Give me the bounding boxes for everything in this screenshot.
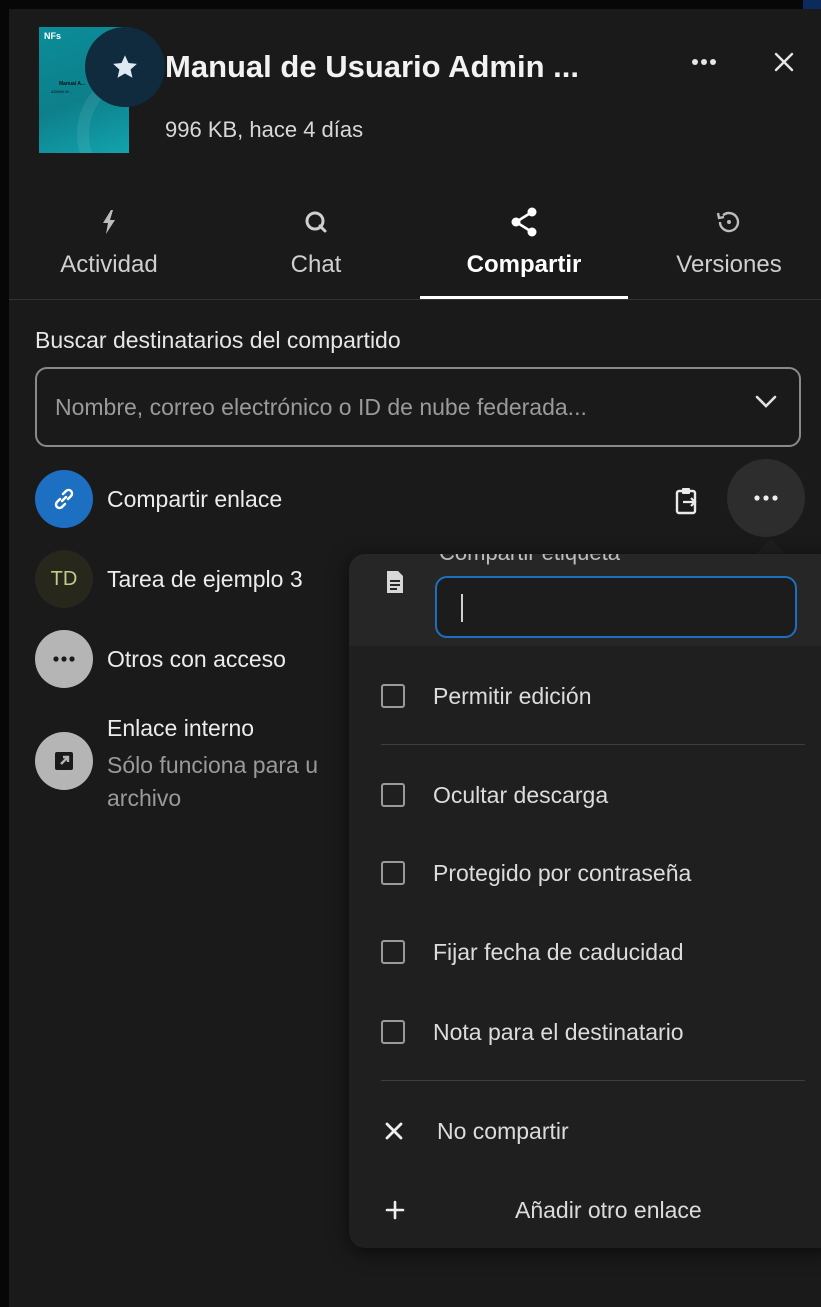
search-label: Buscar destinatarios del compartido — [35, 327, 401, 353]
add-link-label: Añadir otro enlace — [515, 1196, 702, 1223]
chevron-down-icon[interactable] — [755, 395, 777, 409]
more-icon — [754, 495, 778, 501]
tab-label: Versiones — [676, 251, 782, 278]
link-options-menu: Compartir etiqueta Permitir edición Ocul… — [349, 554, 821, 1248]
checkbox[interactable] — [381, 940, 405, 964]
more-actions-button[interactable] — [681, 39, 727, 85]
option-label: Fijar fecha de caducidad — [433, 938, 684, 965]
recipient-search-input[interactable] — [53, 392, 737, 422]
checkbox[interactable] — [381, 783, 405, 807]
link-options-button[interactable] — [727, 459, 805, 537]
clipboard-icon — [675, 488, 697, 515]
add-link-button[interactable]: Añadir otro enlace — [385, 1190, 702, 1230]
window-frame-top — [0, 0, 821, 9]
lightning-icon — [103, 210, 115, 234]
link-avatar — [35, 470, 93, 528]
close-button[interactable] — [761, 39, 807, 85]
share-link-row[interactable]: Compartir enlace — [35, 469, 355, 529]
checkbox[interactable] — [381, 1020, 405, 1044]
share-link-label: Compartir enlace — [107, 485, 283, 512]
thumbnail-subtitle: ADMIN W ... — [51, 89, 74, 94]
menu-divider — [381, 744, 805, 745]
share-icon — [511, 207, 537, 237]
others-access-label: Otros con acceso — [107, 645, 286, 672]
copy-link-button[interactable] — [669, 481, 705, 521]
tab-label: Compartir — [466, 251, 582, 278]
file-meta: 996 KB, hace 4 días — [165, 117, 364, 142]
others-access-row[interactable]: Otros con acceso — [35, 629, 355, 689]
tab-chat[interactable]: Chat — [216, 195, 416, 299]
close-icon — [774, 52, 794, 72]
option-label: Permitir edición — [433, 682, 592, 709]
menu-caret — [755, 539, 787, 555]
more-icon — [692, 59, 716, 65]
tab-compartir[interactable]: Compartir — [420, 195, 628, 299]
option-label: Ocultar descarga — [433, 781, 609, 808]
option-label: Protegido por contraseña — [433, 859, 692, 886]
external-link-icon — [55, 752, 73, 770]
link-icon — [54, 488, 74, 510]
more-icon — [53, 656, 75, 662]
share-label-input[interactable] — [435, 576, 797, 638]
user-avatar: TD — [35, 550, 93, 608]
checkbox[interactable] — [381, 861, 405, 885]
window-frame-left — [0, 0, 9, 1307]
document-icon — [387, 571, 403, 593]
unshare-label: No compartir — [437, 1117, 569, 1144]
checkbox[interactable] — [381, 684, 405, 708]
tab-versiones[interactable]: Versiones — [629, 195, 821, 299]
recipient-search-box[interactable] — [35, 367, 801, 447]
unshare-button[interactable]: No compartir — [385, 1111, 569, 1151]
share-user-label: Tarea de ejemplo 3 — [107, 565, 303, 592]
sidebar-panel: NFs Manual A... ADMIN W ... Manual de Us… — [9, 9, 821, 1307]
share-label-header: Compartir etiqueta — [439, 554, 620, 566]
file-title: Manual de Usuario Admin ... — [165, 49, 579, 84]
tab-actividad[interactable]: Actividad — [9, 195, 209, 299]
favorite-button[interactable] — [85, 27, 165, 107]
option-fecha-caducidad[interactable]: Fijar fecha de caducidad — [381, 932, 684, 972]
tab-label: Actividad — [60, 251, 158, 278]
share-user-row[interactable]: TD Tarea de ejemplo 3 — [35, 549, 355, 609]
thumbnail-title: Manual A... — [59, 81, 86, 87]
others-avatar — [35, 630, 93, 688]
close-icon — [385, 1122, 403, 1140]
internal-link-avatar — [35, 732, 93, 790]
internal-link-row[interactable] — [35, 731, 95, 791]
option-protegido-contrasena[interactable]: Protegido por contraseña — [381, 853, 691, 893]
star-icon — [113, 55, 137, 78]
option-nota-destinatario[interactable]: Nota para el destinatario — [381, 1012, 684, 1052]
tab-bar: Actividad Chat Compartir Versiones — [9, 195, 821, 300]
tab-label: Chat — [290, 251, 342, 278]
internal-link-label: Enlace interno — [107, 715, 255, 741]
chat-icon — [305, 211, 327, 233]
text-cursor — [461, 594, 463, 622]
share-label-item: Compartir etiqueta — [349, 554, 821, 646]
menu-divider — [381, 1080, 805, 1081]
internal-link-description: Sólo funciona para u archivo — [107, 752, 318, 811]
option-label: Nota para el destinatario — [433, 1018, 684, 1045]
thumbnail-logo: NFs — [44, 31, 62, 41]
option-ocultar-descarga[interactable]: Ocultar descarga — [381, 775, 608, 815]
plus-icon — [385, 1200, 405, 1220]
option-permitir-edicion[interactable]: Permitir edición — [381, 676, 592, 716]
history-icon — [716, 211, 740, 233]
